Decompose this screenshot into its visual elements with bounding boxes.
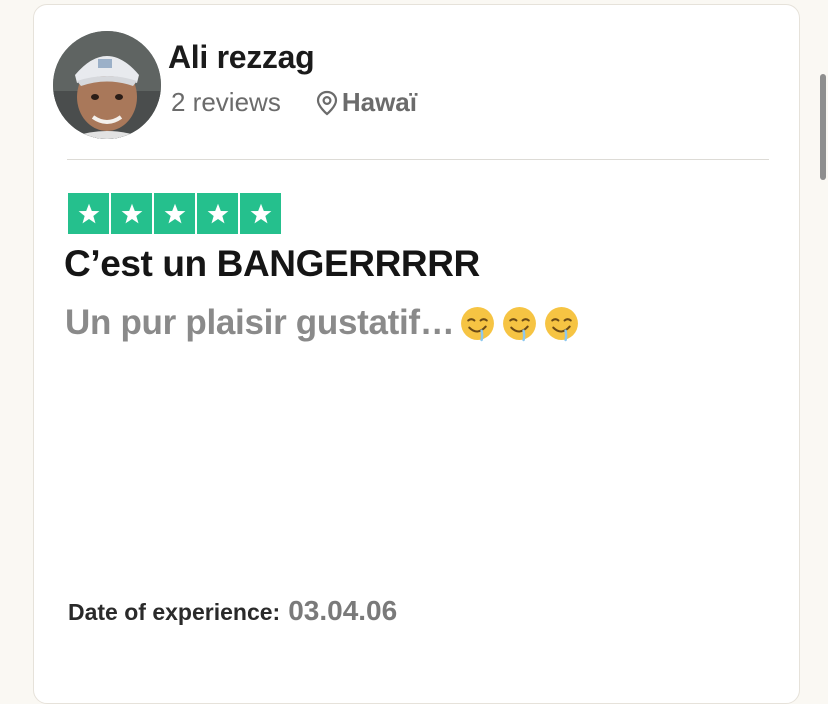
drooling-face-icon <box>502 306 536 341</box>
emoji-group <box>459 305 580 342</box>
review-title: C’est un BANGERRRRR <box>64 243 480 284</box>
drooling-face-icon <box>460 306 494 341</box>
date-of-experience: Date of experience: 03.04.06 <box>68 595 397 627</box>
date-of-experience-label: Date of experience: <box>68 599 281 625</box>
date-of-experience-value: 03.04.06 <box>288 595 398 626</box>
star-rating <box>68 193 281 234</box>
reviewer-location: Hawaï <box>341 87 417 117</box>
drooling-face-icon <box>544 306 578 341</box>
star-icon <box>154 193 195 234</box>
review-body-text: Un pur plaisir gustatif… <box>65 303 455 342</box>
review-body: Un pur plaisir gustatif… <box>65 303 580 343</box>
location-pin-icon <box>315 90 339 116</box>
reviewer-name[interactable]: Ali rezzag <box>168 39 315 76</box>
reviewer-meta: 2 reviews Hawaï <box>171 87 417 118</box>
divider <box>67 159 769 160</box>
avatar-photo <box>53 31 161 139</box>
star-icon <box>240 193 281 234</box>
review-card: Ali rezzag 2 reviews Hawaï C’est un BANG… <box>33 4 800 704</box>
star-icon <box>197 193 238 234</box>
star-icon <box>68 193 109 234</box>
avatar[interactable] <box>53 31 161 139</box>
scrollbar[interactable] <box>820 74 826 180</box>
reviews-count: 2 reviews <box>171 87 281 117</box>
star-icon <box>111 193 152 234</box>
